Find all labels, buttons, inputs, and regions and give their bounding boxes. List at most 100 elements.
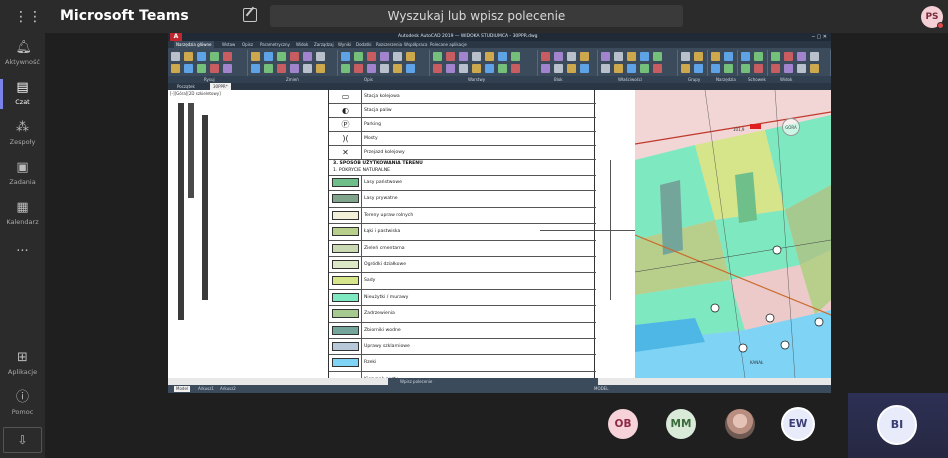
ribbon-tool-icon[interactable] — [210, 64, 219, 73]
ribbon-tool-icon[interactable] — [694, 64, 703, 73]
ribbon-tool-icon[interactable] — [393, 64, 402, 73]
ribbon-tool-icon[interactable] — [741, 52, 750, 61]
ribbon-tool-icon[interactable] — [303, 64, 312, 73]
ribbon-group-label[interactable]: Zmień — [286, 76, 299, 83]
zoning-map[interactable]: 101,9 KANAŁ GÓRA — [635, 90, 831, 378]
ribbon-tool-icon[interactable] — [472, 64, 481, 73]
ribbon-tool-icon[interactable] — [197, 52, 206, 61]
participant-avatar-mm[interactable]: MM — [666, 409, 696, 439]
ribbon-group-label[interactable]: Właściwości — [618, 76, 642, 83]
ribbon-tool-icon[interactable] — [554, 52, 563, 61]
ribbon-tool-icon[interactable] — [541, 52, 550, 61]
ribbon-tool-icon[interactable] — [711, 52, 720, 61]
ribbon-tool-icon[interactable] — [681, 64, 690, 73]
rail-item-calendar[interactable]: ▦ Kalendarz — [0, 195, 45, 235]
ribbon-tool-icon[interactable] — [184, 64, 193, 73]
ribbon-tab[interactable]: Narzędzia główne — [174, 41, 214, 48]
ribbon-tool-icon[interactable] — [511, 64, 520, 73]
ribbon-tool-icon[interactable] — [754, 64, 763, 73]
ribbon-tool-icon[interactable] — [341, 52, 350, 61]
ribbon-tool-icon[interactable] — [459, 52, 468, 61]
ribbon-tab[interactable]: Wyniki — [338, 41, 351, 48]
tab-start[interactable]: Początek — [174, 83, 198, 90]
ribbon-group-label[interactable]: Narzędzia — [716, 76, 736, 83]
tab-drawing[interactable]: 30PPR* — [210, 83, 231, 90]
ribbon-tool-icon[interactable] — [433, 52, 442, 61]
rail-item-assignments[interactable]: ▣ Zadania — [0, 155, 45, 195]
ribbon-tab[interactable]: Parametryczny — [260, 41, 290, 48]
ribbon-tool-icon[interactable] — [290, 64, 299, 73]
ribbon-tool-icon[interactable] — [640, 52, 649, 61]
autocad-logo-icon[interactable]: A — [170, 33, 182, 41]
ribbon-tool-icon[interactable] — [741, 64, 750, 73]
new-chat-icon[interactable] — [243, 8, 257, 22]
ribbon-tool-icon[interactable] — [277, 52, 286, 61]
ribbon-tool-icon[interactable] — [341, 64, 350, 73]
ribbon-tool-icon[interactable] — [303, 52, 312, 61]
participant-photo-avatar[interactable] — [725, 409, 755, 439]
participant-avatar-ew[interactable]: EW — [783, 409, 813, 439]
ribbon-tool-icon[interactable] — [264, 64, 273, 73]
ribbon-tool-icon[interactable] — [580, 64, 589, 73]
ribbon-tool-icon[interactable] — [797, 64, 806, 73]
ribbon-tool-icon[interactable] — [171, 64, 180, 73]
ribbon-tab[interactable]: Widok — [296, 41, 308, 48]
ribbon-tool-icon[interactable] — [627, 52, 636, 61]
ribbon-tool-icon[interactable] — [567, 52, 576, 61]
layout-tab-sheet2[interactable]: Arkusz2 — [218, 386, 238, 392]
ribbon-tool-icon[interactable] — [580, 52, 589, 61]
ribbon-tab[interactable]: Rozszerzenia — [376, 41, 402, 48]
ribbon-group-label[interactable]: Blok — [554, 76, 563, 83]
ribbon-tool-icon[interactable] — [681, 52, 690, 61]
ribbon-tool-icon[interactable] — [223, 52, 232, 61]
ribbon-tool-icon[interactable] — [511, 52, 520, 61]
ribbon-tool-icon[interactable] — [797, 52, 806, 61]
ribbon-tool-icon[interactable] — [446, 52, 455, 61]
status-mode[interactable]: MODEL — [594, 385, 608, 393]
ribbon-tab[interactable]: Wstaw — [222, 41, 235, 48]
ribbon-group-label[interactable]: Opis — [364, 76, 373, 83]
ribbon-tool-icon[interactable] — [771, 52, 780, 61]
ribbon-tool-icon[interactable] — [433, 64, 442, 73]
ribbon-group-label[interactable]: Widok — [780, 76, 792, 83]
viewport-label[interactable]: [-][Góra][2D szkieletowy] — [170, 91, 221, 96]
self-video-tile[interactable]: BI — [848, 393, 948, 458]
layout-tab-sheet1[interactable]: Arkusz1 — [196, 386, 216, 392]
ribbon-tool-icon[interactable] — [459, 64, 468, 73]
rail-item-chat[interactable]: ▤ Czat — [0, 75, 45, 115]
window-controls-icon[interactable]: ─ ▢ ✕ — [812, 34, 827, 40]
rail-item-more[interactable]: ... — [0, 235, 45, 275]
ribbon-tool-icon[interactable] — [446, 64, 455, 73]
ribbon-tool-icon[interactable] — [406, 52, 415, 61]
ribbon-tool-icon[interactable] — [354, 64, 363, 73]
command-input[interactable]: Wpisz polecenie — [388, 378, 598, 385]
ribbon-tool-icon[interactable] — [614, 64, 623, 73]
ribbon-tool-icon[interactable] — [485, 52, 494, 61]
ribbon-tool-icon[interactable] — [541, 64, 550, 73]
ribbon-tool-icon[interactable] — [171, 52, 180, 61]
drawing-canvas[interactable]: [-][Góra][2D szkieletowy] ▭ Stacja kolejo… — [168, 90, 831, 393]
palette-strip-mid[interactable] — [188, 103, 194, 198]
ribbon-tool-icon[interactable] — [601, 64, 610, 73]
ribbon-tool-icon[interactable] — [614, 52, 623, 61]
user-avatar[interactable]: PS — [921, 6, 944, 29]
ribbon-tool-icon[interactable] — [694, 52, 703, 61]
layout-tab-model[interactable]: Model — [174, 386, 191, 392]
ribbon-tool-icon[interactable] — [724, 52, 733, 61]
viewcube-icon[interactable]: GÓRA — [782, 118, 800, 136]
app-launcher-icon[interactable]: ⋮⋮ — [14, 9, 42, 25]
ribbon-tool-icon[interactable] — [627, 64, 636, 73]
ribbon-tool-icon[interactable] — [754, 52, 763, 61]
ribbon-tool-icon[interactable] — [380, 52, 389, 61]
ribbon-tool-icon[interactable] — [485, 64, 494, 73]
rail-item-apps[interactable]: ⊞ Aplikacje — [0, 345, 45, 385]
ribbon-tool-icon[interactable] — [406, 64, 415, 73]
ribbon-tool-icon[interactable] — [724, 64, 733, 73]
ribbon-tab[interactable]: Polecane aplikacje — [430, 41, 467, 48]
ribbon-tool-icon[interactable] — [771, 64, 780, 73]
ribbon-tool-icon[interactable] — [367, 52, 376, 61]
ribbon-tool-icon[interactable] — [367, 64, 376, 73]
ribbon-tool-icon[interactable] — [210, 52, 219, 61]
ribbon-tool-icon[interactable] — [601, 52, 610, 61]
ribbon-tool-icon[interactable] — [264, 52, 273, 61]
